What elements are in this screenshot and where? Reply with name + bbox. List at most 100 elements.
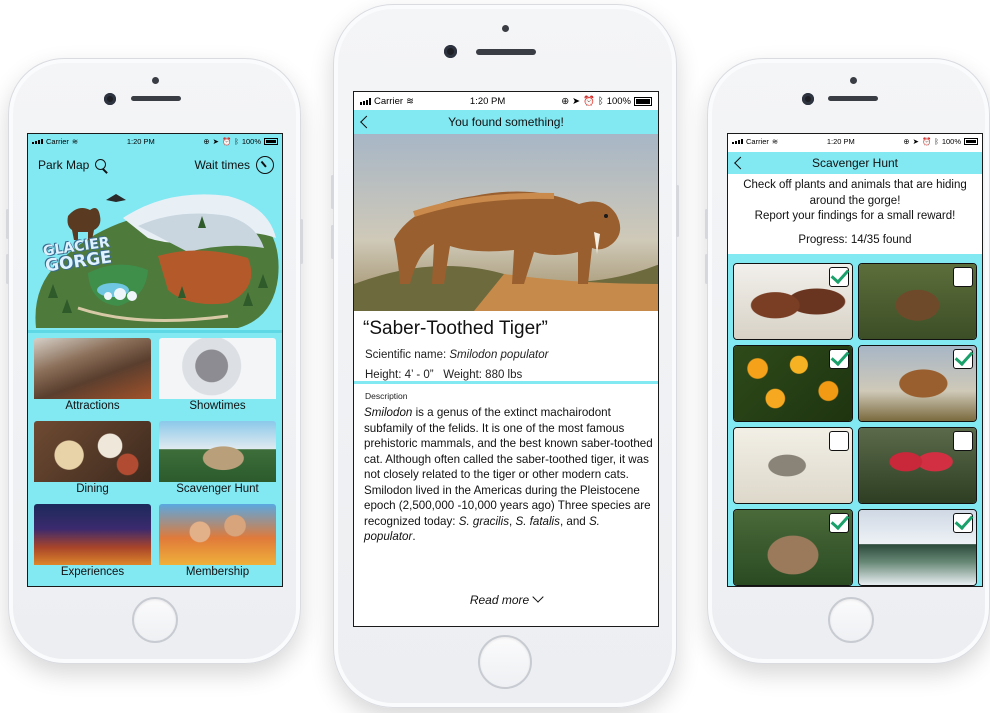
attractions-photo-icon	[34, 338, 151, 400]
tile-label: Showtimes	[159, 399, 276, 414]
scientific-name: Smilodon populator	[449, 349, 549, 361]
chevron-down-icon	[532, 591, 544, 603]
checkbox[interactable]	[953, 349, 973, 369]
carrier-label: Carrier	[374, 95, 404, 107]
lock-rotation-icon: ⊕	[561, 95, 570, 107]
front-camera	[444, 45, 457, 58]
tile-label: Scavenger Hunt	[159, 482, 276, 497]
section-divider	[354, 381, 658, 384]
battery-icon	[264, 137, 278, 145]
checkbox[interactable]	[828, 349, 849, 369]
hunt-item[interactable]	[857, 427, 977, 504]
phone-home: Carrier ≋ 1:20 PM ⊕ ➤ ⏰ ᛒ 100% Park Map …	[6, 58, 303, 664]
tile-dining[interactable]: Dining	[34, 421, 151, 497]
bluetooth-icon: ᛒ	[234, 136, 239, 146]
checkbox[interactable]	[953, 431, 973, 451]
bluetooth-icon: ᛒ	[597, 95, 604, 107]
hunt-item[interactable]	[857, 263, 977, 340]
wait-times-label: Wait times	[194, 158, 250, 172]
tile-showtimes[interactable]: Showtimes	[159, 338, 276, 414]
stopwatch-icon	[256, 156, 274, 174]
size-line: Height: 4’ - 0” Weight: 880 lbs	[365, 369, 522, 381]
earpiece-speaker	[476, 49, 536, 55]
proximity-sensor	[152, 77, 159, 84]
phone-scavenger-hunt: Carrier ≋ 1:20 PM ⊕ ➤ ⏰ ᛒ 100% Scavenger…	[705, 58, 990, 664]
checkbox[interactable]	[828, 267, 849, 287]
hunt-item[interactable]	[733, 345, 853, 422]
carrier-label: Carrier	[746, 136, 769, 146]
lock-rotation-icon: ⊕	[203, 136, 210, 146]
proximity-sensor	[502, 25, 509, 32]
hunt-item[interactable]	[857, 509, 977, 586]
wifi-icon: ≋	[71, 136, 79, 146]
front-camera	[104, 93, 116, 105]
front-camera	[802, 93, 814, 105]
back-chevron-icon[interactable]	[360, 115, 373, 129]
home-screen: Carrier ≋ 1:20 PM ⊕ ➤ ⏰ ᛒ 100% Park Map …	[27, 133, 283, 587]
park-map-button[interactable]: Park Map	[38, 158, 108, 172]
sabertooth-photo-icon	[354, 134, 658, 311]
nav-title: You found something!	[448, 115, 564, 129]
hunt-item[interactable]	[733, 427, 853, 504]
description-label: Description	[365, 391, 408, 401]
lock-rotation-icon: ⊕	[903, 136, 910, 146]
hunt-instructions: Check off plants and animals that are hi…	[743, 179, 967, 222]
hunt-item[interactable]	[857, 345, 977, 422]
status-time: 1:20 PM	[469, 95, 506, 107]
back-chevron-icon[interactable]	[734, 156, 747, 170]
mascot-photo-icon	[159, 338, 276, 400]
tile-membership[interactable]: Membership	[159, 504, 276, 580]
status-bar: Carrier ≋ 1:20 PM ⊕ ➤ ⏰ ᛒ 100%	[728, 134, 982, 148]
glacier-gorge-logo: GLACIER GORGE	[42, 234, 114, 277]
home-button[interactable]	[478, 635, 532, 689]
bluetooth-icon: ᛒ	[934, 136, 939, 146]
alarm-icon: ⏰	[921, 136, 932, 146]
location-icon: ➤	[212, 136, 219, 146]
home-button[interactable]	[132, 597, 178, 643]
alarm-icon: ⏰	[583, 95, 595, 107]
hunt-item[interactable]	[733, 509, 853, 586]
tile-label: Attractions	[34, 399, 151, 414]
checkbox[interactable]	[953, 513, 973, 533]
food-photo-icon	[34, 421, 151, 483]
signal-icon	[32, 138, 43, 144]
saber-tooth-hero-image	[354, 134, 658, 311]
wait-times-button[interactable]: Wait times	[194, 156, 274, 174]
tile-label: Experiences	[34, 565, 151, 580]
hunt-nav-bar: Scavenger Hunt	[728, 152, 982, 174]
checkbox[interactable]	[828, 431, 849, 451]
checkbox[interactable]	[828, 513, 849, 533]
search-icon	[95, 158, 108, 172]
battery-percent: 100%	[606, 95, 631, 107]
description-text: Smilodon is a genus of the extinct macha…	[364, 406, 653, 543]
signal-icon	[732, 138, 743, 144]
hunt-item[interactable]	[733, 263, 853, 340]
battery-percent: 100%	[241, 136, 261, 146]
earpiece-speaker	[131, 96, 181, 101]
battery-percent: 100%	[941, 136, 961, 146]
carrier-label: Carrier	[46, 136, 69, 146]
status-bar: Carrier ≋ 1:20 PM ⊕ ➤ ⏰ ᛒ 100%	[354, 92, 658, 110]
signal-icon	[360, 97, 371, 105]
scientific-name-line: Scientific name: Smilodon populator	[365, 349, 549, 361]
wifi-icon: ≋	[771, 136, 779, 146]
progress-text: Progress: 14/35 found	[798, 234, 912, 246]
tile-scavenger-hunt[interactable]: Scavenger Hunt	[159, 421, 276, 497]
tile-label: Membership	[159, 565, 276, 580]
read-more-button[interactable]: Read more	[354, 591, 658, 607]
park-map-label: Park Map	[38, 158, 90, 172]
status-time: 1:20 PM	[126, 136, 155, 146]
home-button[interactable]	[828, 597, 874, 643]
height-value: Height: 4’ - 0”	[365, 369, 434, 381]
read-more-label: Read more	[469, 593, 530, 607]
park-map-image[interactable]: GLACIER GORGE	[28, 178, 282, 330]
tile-experiences[interactable]: Experiences	[34, 504, 151, 580]
tile-attractions[interactable]: Attractions	[34, 338, 151, 414]
home-header: Park Map Wait times	[28, 151, 282, 179]
location-icon: ➤	[912, 136, 919, 146]
proximity-sensor	[850, 77, 857, 84]
checkbox[interactable]	[953, 267, 973, 287]
header-divider	[28, 330, 282, 333]
battery-icon	[634, 96, 652, 106]
status-time: 1:20 PM	[826, 136, 855, 146]
